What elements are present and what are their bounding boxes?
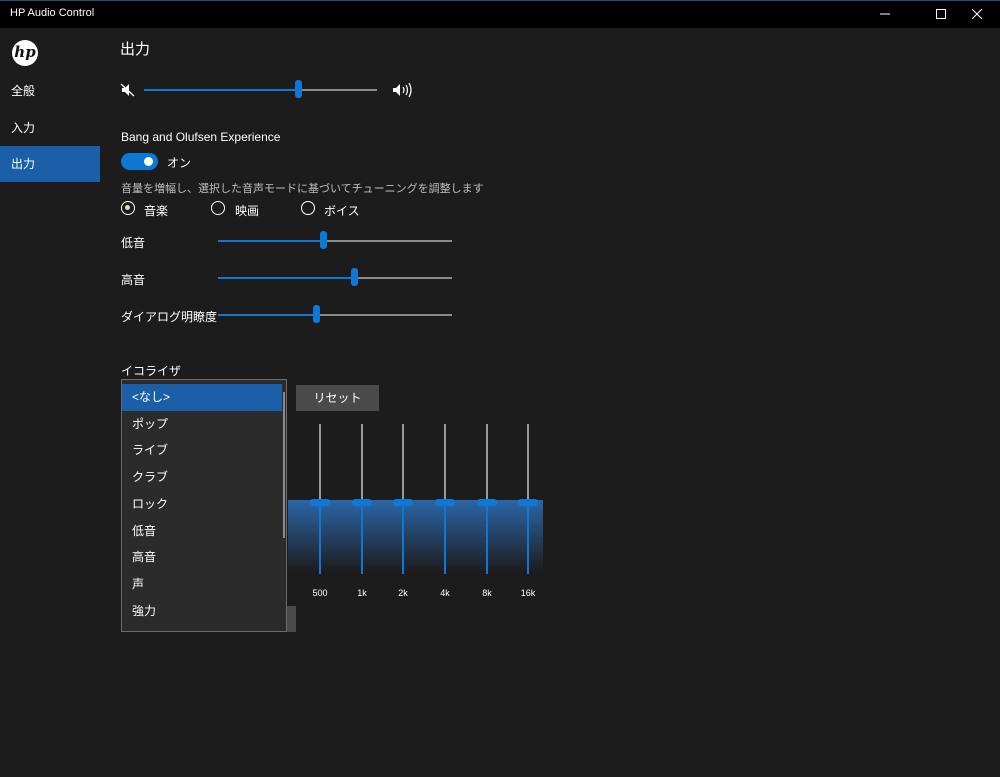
bass-label: 低音 [121,236,146,250]
eq-band-fill [444,503,446,574]
eq-band-label: 500 [312,588,328,598]
dropdown-option[interactable]: 強力 [122,598,282,625]
close-button[interactable] [954,0,1000,28]
radio-movie-label: 映画 [235,204,260,218]
dropdown-option[interactable]: ロック [122,491,282,518]
eq-band-thumb[interactable] [518,499,538,506]
eq-band-thumb[interactable] [393,499,413,506]
eq-band-fill [402,503,404,574]
minimize-icon [880,13,890,15]
dropdown-scrollbar[interactable] [283,392,285,538]
treble-fill [218,277,354,279]
dropdown-option[interactable]: 高音 [122,544,282,571]
eq-band-label: 8k [482,588,492,598]
bo-experience-label: Bang and Olufsen Experience [121,130,281,144]
radio-music-label: 音楽 [144,204,169,218]
button-edge [287,606,296,632]
dropdown-option[interactable]: ポップ [122,411,282,438]
eq-band-fill [527,503,529,574]
app-title: HP Audio Control [10,7,95,19]
eq-band-thumb[interactable] [477,499,497,506]
eq-band-thumb[interactable] [310,499,330,506]
eq-band-label: 2k [398,588,408,598]
toggle-state-label: オン [167,156,192,170]
dropdown-option[interactable]: 声 [122,571,282,598]
volume-fill [144,89,298,91]
close-icon [972,9,982,19]
hp-logo: hp [12,40,38,66]
minimize-button[interactable] [862,0,908,28]
sidebar-item-input[interactable]: 入力 [0,110,100,146]
speaker-muted-icon[interactable] [120,82,136,98]
eq-band-fill [361,503,363,574]
title-bar [0,0,1000,28]
volume-slider-thumb[interactable] [294,80,302,98]
eq-band-thumb[interactable] [435,499,455,506]
eq-band-label: 16k [520,588,536,598]
eq-band-fill [319,503,321,574]
radio-voice-label: ボイス [324,204,360,218]
dialog-clarity-fill [218,314,317,316]
radio-music[interactable] [121,201,135,215]
equalizer-fill-area [288,500,543,572]
radio-movie[interactable] [211,201,225,215]
eq-band-fill [486,503,488,574]
bass-slider-thumb[interactable] [320,231,328,249]
dropdown-option[interactable]: クラブ [122,464,282,491]
equalizer-label: イコライザ [121,364,182,378]
dialog-clarity-label: ダイアログ明瞭度 [121,310,218,324]
reset-button[interactable]: リセット [296,385,379,411]
bass-fill [218,240,324,242]
dialog-clarity-slider-thumb[interactable] [313,305,321,323]
maximize-icon [936,9,946,19]
bo-description: 音量を増幅し、選択した音声モードに基づいてチューニングを調整します [121,183,484,195]
eq-band-label: 4k [440,588,450,598]
eq-band-thumb[interactable] [352,499,372,506]
sidebar-item-general[interactable]: 全般 [0,73,100,109]
treble-slider-thumb[interactable] [350,268,358,286]
dropdown-option[interactable]: <なし> [122,384,282,411]
page-title: 出力 [120,41,151,58]
sidebar-item-output[interactable]: 出力 [0,146,100,182]
eq-band-label: 1k [357,588,367,598]
dropdown-option[interactable]: 低音 [122,518,282,545]
treble-label: 高音 [121,273,146,287]
toggle-knob [144,157,153,166]
radio-voice[interactable] [301,201,315,215]
dropdown-option[interactable]: ライブ [122,437,282,464]
speaker-loud-icon[interactable] [392,82,416,98]
